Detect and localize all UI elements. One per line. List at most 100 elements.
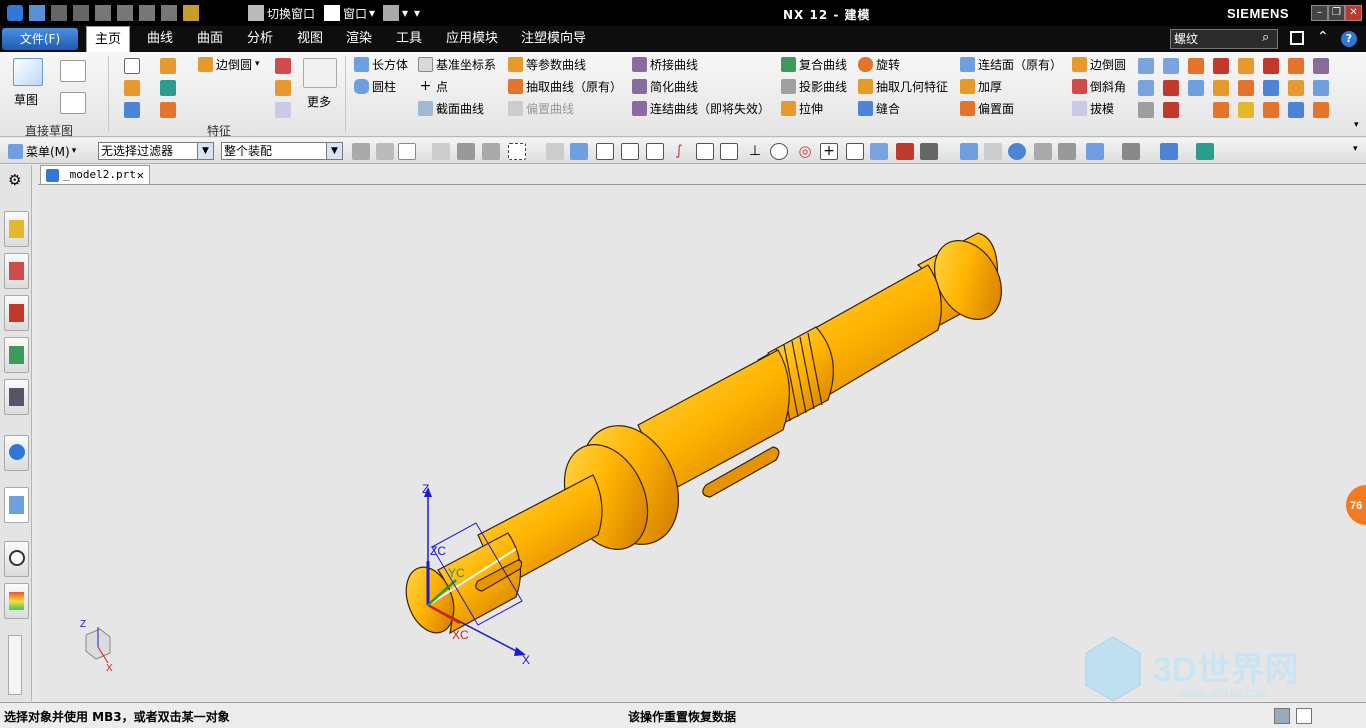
intersection-snap-icon[interactable]: ⊥ — [746, 143, 764, 160]
datum-csys-button[interactable]: 基准坐标系 — [418, 55, 496, 73]
save-icon[interactable] — [29, 5, 45, 21]
document-tab[interactable]: _model2.prt ✕ — [40, 165, 150, 185]
sketch-icon[interactable] — [13, 58, 43, 86]
profile-icon[interactable] — [60, 60, 86, 82]
tab-curve[interactable]: 曲线 — [147, 26, 173, 52]
graphics-window[interactable]: Z ZC YC XC X Z X 3D世界网 WWW.3DSJW.COM 76 — [38, 184, 1366, 702]
midpoint-snap-icon[interactable] — [646, 143, 664, 160]
move-face-icon[interactable] — [1238, 58, 1254, 74]
extract-geometry-button[interactable]: 抽取几何特征 — [858, 77, 948, 95]
emboss-icon[interactable] — [1263, 80, 1279, 96]
pattern-geometry-icon[interactable] — [1263, 102, 1279, 118]
selection-intent-icon[interactable] — [398, 143, 416, 160]
switch-window-button[interactable]: 切换窗口 — [248, 4, 315, 22]
snap-toggle-icon[interactable] — [920, 143, 938, 160]
perspective-icon[interactable] — [1058, 143, 1076, 160]
delete-icon[interactable] — [161, 5, 177, 21]
mirror-feature-icon[interactable] — [1213, 102, 1229, 118]
minimize-button[interactable]: – — [1311, 5, 1328, 21]
extrude-button[interactable]: 拉伸 — [781, 99, 823, 117]
web-browser-icon[interactable] — [4, 487, 29, 523]
select-features-icon[interactable] — [432, 143, 450, 160]
section-curve-button[interactable]: 截面曲线 — [418, 99, 484, 117]
delete-face-icon[interactable] — [1288, 58, 1304, 74]
offset-region-icon[interactable] — [1288, 80, 1304, 96]
hole-icon[interactable] — [124, 80, 140, 96]
offset-curve-button[interactable]: 偏置曲线 — [508, 99, 574, 117]
extract-curve-button[interactable]: 抽取曲线（原有） — [508, 77, 622, 95]
fit-view-icon[interactable] — [960, 143, 978, 160]
edit-object-display-icon[interactable] — [1160, 143, 1178, 160]
shaft-model[interactable] — [398, 229, 1015, 640]
join-curve-button[interactable]: 连结曲线（即将失效） — [632, 99, 770, 117]
draft-icon[interactable] — [275, 102, 291, 118]
selection-filter-select[interactable]: 无选择过滤器 ▼ — [98, 142, 214, 160]
project-curve-button[interactable]: 投影曲线 — [781, 77, 847, 95]
ruled-icon[interactable] — [1138, 102, 1154, 118]
paste-icon[interactable] — [139, 5, 155, 21]
curve-network-icon[interactable] — [1163, 80, 1179, 96]
thicken-button[interactable]: 加厚 — [960, 77, 1002, 95]
close-button[interactable]: ✕ — [1345, 5, 1362, 21]
tab-analysis[interactable]: 分析 — [247, 26, 273, 52]
shell-icon[interactable] — [275, 80, 291, 96]
sketch-button[interactable]: 草图 — [14, 90, 38, 108]
trim-body-icon[interactable] — [1188, 58, 1204, 74]
reuse-library-icon[interactable] — [4, 337, 29, 373]
fullscreen-icon[interactable] — [1290, 31, 1304, 45]
redo-icon[interactable] — [73, 5, 89, 21]
isoparametric-curve-button[interactable]: 等参数曲线 — [508, 55, 586, 73]
split-body-icon[interactable] — [1213, 58, 1229, 74]
selection-scope-select[interactable]: 整个装配 ▼ — [221, 142, 343, 160]
select-faces-icon[interactable] — [482, 143, 500, 160]
history-clock-icon[interactable] — [4, 541, 29, 577]
arc-center-icon[interactable] — [770, 143, 788, 160]
through-curves-icon[interactable] — [1188, 80, 1204, 96]
tab-surface[interactable]: 曲面 — [197, 26, 223, 52]
collapse-ribbon-icon[interactable]: ⌃ — [1317, 29, 1329, 45]
replace-face-icon[interactable] — [1263, 58, 1279, 74]
simplify-curve-button[interactable]: 简化曲线 — [632, 77, 698, 95]
sweep-icon[interactable] — [1213, 80, 1229, 96]
orient-view-icon[interactable] — [1086, 143, 1104, 160]
join-face-button[interactable]: 连结面（原有） — [960, 55, 1062, 73]
revolve-button[interactable]: 旋转 — [858, 55, 900, 73]
curve-snap-icon[interactable]: ∫ — [670, 143, 688, 160]
copy-icon[interactable] — [117, 5, 133, 21]
unite-icon[interactable] — [124, 102, 140, 118]
surface-icon[interactable] — [1138, 58, 1154, 74]
close-tab-icon[interactable]: ✕ — [137, 166, 144, 184]
undo-icon[interactable] — [51, 5, 67, 21]
settings-gear-icon[interactable]: ⚙ — [8, 171, 21, 189]
rectangle-icon[interactable] — [60, 92, 86, 114]
view-manager-icon[interactable] — [4, 379, 29, 415]
tab-render[interactable]: 渲染 — [346, 26, 372, 52]
assembly-navigator-icon[interactable] — [4, 211, 29, 247]
face-blend-icon[interactable] — [1313, 102, 1329, 118]
restore-button[interactable]: ❐ — [1328, 5, 1345, 21]
tab-view[interactable]: 视图 — [297, 26, 323, 52]
snap-settings-icon[interactable] — [352, 143, 370, 160]
zoom-icon[interactable] — [984, 143, 1002, 160]
offset-face-button[interactable]: 偏置面 — [960, 99, 1014, 117]
status-icon-a[interactable] — [1274, 708, 1290, 724]
toolbar-options-icon[interactable]: ▾ — [1353, 144, 1358, 154]
n-sided-surface-icon[interactable] — [1138, 80, 1154, 96]
status-icon-b[interactable] — [1296, 708, 1312, 724]
point-on-curve-icon[interactable] — [846, 143, 864, 160]
tab-tools[interactable]: 工具 — [396, 26, 422, 52]
tab-home[interactable]: 主页 — [86, 26, 131, 52]
bounded-plane-icon[interactable] — [1163, 102, 1179, 118]
repeat-command-icon[interactable] — [183, 5, 199, 21]
control-point-icon[interactable] — [696, 143, 714, 160]
rectangle-select-icon[interactable] — [508, 143, 526, 160]
point-button[interactable]: + 点 — [418, 77, 448, 95]
tab-applications[interactable]: 应用模块 — [446, 26, 498, 52]
model-canvas[interactable]: Z ZC YC XC X Z X 3D世界网 WWW.3DSJW.COM 76 — [38, 185, 1366, 702]
new-feature-icon[interactable] — [124, 58, 140, 74]
draft-button[interactable]: 拔模 — [1072, 99, 1114, 117]
ribbon-options-icon[interactable]: ▾ — [1354, 120, 1359, 130]
select-all-icon[interactable] — [546, 143, 564, 160]
endpoint-snap-icon[interactable] — [621, 143, 639, 160]
pattern-face-icon[interactable] — [1313, 80, 1329, 96]
